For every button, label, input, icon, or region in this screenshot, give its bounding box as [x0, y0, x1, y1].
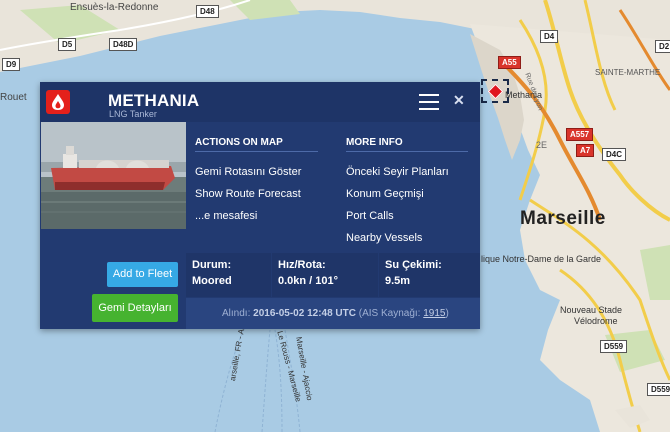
close-icon[interactable]: ✕ [453, 92, 465, 109]
popup-header: METHANIA LNG Tanker ✕ [40, 82, 480, 122]
add-to-fleet-button[interactable]: Add to Fleet [107, 262, 178, 287]
previous-voyages-link[interactable]: Önceki Seyir Planları [346, 166, 449, 178]
received-label: Alındı: [222, 308, 251, 319]
status-label: Durum: [192, 259, 232, 271]
nearby-vessels-link[interactable]: Nearby Vessels [346, 232, 422, 244]
received-timestamp: 2016-05-02 12:48 UTC [253, 308, 356, 319]
speed-course-value: 0.0kn / 101° [278, 275, 339, 287]
position-history-link[interactable]: Konum Geçmişi [346, 188, 424, 200]
position-received-footer: Alındı: 2016-05-02 12:48 UTC (AIS Kaynağ… [186, 298, 480, 329]
ais-source-prefix: (AIS Kaynağı: [358, 308, 421, 319]
actions-divider [195, 151, 318, 152]
place-label-sainte-marthe: SAINTE-MARTHE [595, 68, 661, 77]
ship-position-icon [487, 83, 504, 100]
road-shield: D9 [2, 58, 21, 71]
speed-course-cell: Hız/Rota: 0.0kn / 101° [272, 253, 378, 297]
ship-details-button[interactable]: Gemi Detayları [92, 294, 178, 322]
place-label-ensues: Ensuès-la-Redonne [70, 2, 159, 13]
actions-heading: ACTIONS ON MAP [195, 137, 283, 148]
place-label-notre-dame: lique Notre-Dame de la Garde [481, 254, 602, 264]
distance-link[interactable]: ...e mesafesi [195, 210, 257, 222]
road-shield: D5 [58, 38, 77, 51]
draught-cell: Su Çekimi: 9.5m [379, 253, 480, 297]
road-shield: D4C [602, 148, 627, 161]
road-shield: D559b [647, 383, 670, 396]
place-label-velodrome: Vélodrome [574, 316, 618, 326]
show-route-forecast-link[interactable]: Show Route Forecast [195, 188, 301, 200]
more-info-divider [346, 151, 468, 152]
vessel-type-icon [46, 90, 70, 114]
place-label-rouet: Rouet [0, 92, 27, 103]
more-info-heading: MORE INFO [346, 137, 403, 148]
port-calls-link[interactable]: Port Calls [346, 210, 394, 222]
road-shield: D559 [600, 340, 628, 353]
hamburger-menu-icon[interactable] [419, 94, 439, 110]
draught-label: Su Çekimi: [385, 259, 442, 271]
show-route-link[interactable]: Gemi Rotasını Göster [195, 166, 301, 178]
road-shield: D48D [109, 38, 138, 51]
road-shield: A557 [566, 128, 594, 141]
speed-course-label: Hız/Rota: [278, 259, 326, 271]
ship-name: METHANIA [108, 91, 200, 110]
draught-value: 9.5m [385, 275, 411, 287]
place-label-marseille: Marseille [520, 208, 606, 229]
vessel-info-popup: METHANIA LNG Tanker ✕ ACTIONS ON MAP Gem… [40, 82, 480, 329]
status-value: Moored [192, 275, 232, 287]
road-shield: D4 [540, 30, 559, 43]
place-label-nouveau-stade: Nouveau Stade [560, 305, 623, 315]
road-shield: A55 [498, 56, 521, 69]
ship-type: LNG Tanker [109, 109, 157, 119]
road-shield: D48 [196, 5, 219, 18]
road-shield: A7 [576, 144, 595, 157]
ais-source-suffix: ) [445, 308, 449, 319]
road-shield: D2 [655, 40, 670, 53]
ship-marker-label: Methania [505, 90, 543, 100]
district-label: 2E [536, 140, 548, 150]
status-cell: Durum: Moored [186, 253, 271, 297]
ais-source-link[interactable]: 1915 [423, 308, 445, 319]
vessel-photo[interactable] [41, 122, 186, 229]
